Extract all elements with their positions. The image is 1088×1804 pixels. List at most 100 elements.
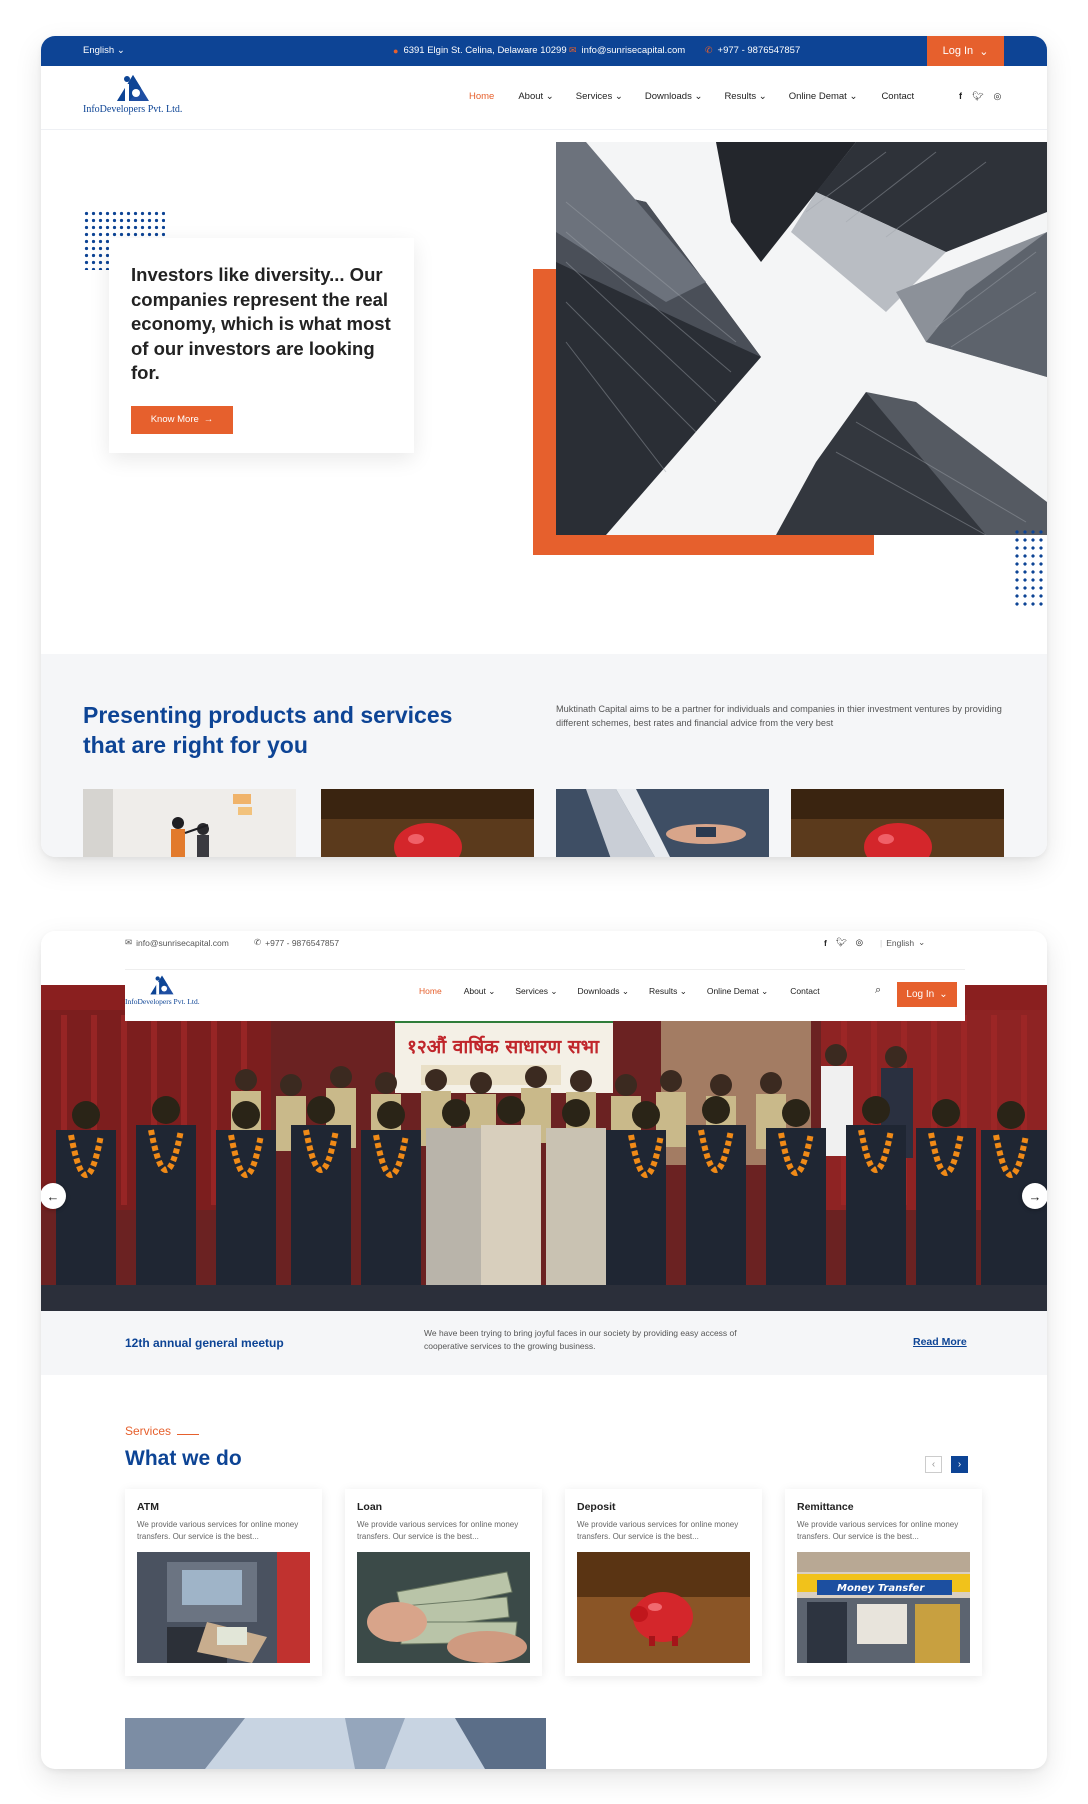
address-info: ● 6391 Elgin St. Celina, Delaware 10299 <box>393 45 567 56</box>
nav-menu: Home About ⌄ Services ⌄ Downloads ⌄ Resu… <box>419 986 820 997</box>
services-prev-button[interactable]: ‹ <box>925 1456 942 1473</box>
know-more-label: Know More <box>150 414 199 425</box>
phone-icon: ✆ <box>254 937 262 947</box>
product-tile-presentation[interactable] <box>83 789 296 857</box>
nav-results[interactable]: Results ⌄ <box>724 91 766 102</box>
decorative-dot-grid <box>1013 528 1047 610</box>
carousel-next-button[interactable]: → <box>1022 1183 1047 1209</box>
arrow-left-icon: ← <box>46 1188 60 1204</box>
nav-online-demat[interactable]: Online Demat ⌄ <box>707 986 768 997</box>
nav-results[interactable]: Results ⌄ <box>649 986 687 997</box>
skyscrapers-illustration <box>556 142 1047 535</box>
instagram-icon[interactable]: ◎ <box>993 91 1001 102</box>
nav-downloads-label: Downloads <box>644 91 692 102</box>
login-label: Log In <box>942 45 974 57</box>
nav-home[interactable]: Home <box>469 91 494 102</box>
login-label: Log In <box>906 989 935 1000</box>
chevron-down-icon: ⌄ <box>979 45 989 58</box>
meetup-description: We have been trying to bring joyful face… <box>424 1328 737 1351</box>
nav-online-demat[interactable]: Online Demat ⌄ <box>789 91 858 102</box>
services-title: What we do <box>125 1447 242 1470</box>
login-button[interactable]: Log In ⌄ <box>927 36 1004 66</box>
atm-illustration <box>137 1552 310 1663</box>
product-tile-online[interactable] <box>556 789 769 857</box>
nav-about[interactable]: About ⌄ <box>518 91 553 102</box>
email-text: info@sunrisecapital.com <box>136 937 229 948</box>
twitter-icon[interactable]: 🐦︎ <box>972 91 983 102</box>
phone-text: +977 - 9876547857 <box>265 937 340 948</box>
email-info[interactable]: ✉ info@sunrisecapital.com <box>125 937 229 948</box>
phone-icon: ✆ <box>705 45 713 55</box>
nav-contact[interactable]: Contact <box>881 91 914 102</box>
facebook-icon[interactable]: f <box>824 938 827 948</box>
chevron-left-icon: ‹ <box>931 1459 936 1470</box>
phone-text: +977 - 9876547857 <box>717 45 801 56</box>
piggy-bank-photo <box>791 789 1004 857</box>
mail-icon: ✉ <box>569 45 577 55</box>
piggy-bank-photo <box>321 789 534 857</box>
product-tile-savings[interactable] <box>321 789 534 857</box>
nav-services[interactable]: Services ⌄ <box>576 91 623 102</box>
services-kicker: Services <box>125 1424 200 1438</box>
banner-sign-text: १२औं वार्षिक साधारण सभा <box>407 1035 600 1058</box>
products-section: Presenting products and services that ar… <box>41 654 1047 857</box>
top-info-bar: ✉ info@sunrisecapital.com ✆ +977 - 9876547… <box>41 931 1047 969</box>
chevron-down-icon: ⌄ <box>918 937 926 947</box>
main-navbar: InfoDevelopers Pvt. Ltd. Home About ⌄ Se… <box>125 969 965 1021</box>
language-selector[interactable]: English ⌄ <box>83 45 125 56</box>
products-description: Muktinath Capital aims to be a partner f… <box>556 704 1002 728</box>
service-card-desc: We provide various services for online m… <box>577 1520 739 1541</box>
services-next-button[interactable]: › <box>951 1456 968 1473</box>
know-more-button[interactable]: Know More → <box>131 405 233 434</box>
nav-downloads[interactable]: Downloads ⌄ <box>645 91 703 102</box>
nav-menu: Home About ⌄ Services ⌄ Downloads ⌄ Resu… <box>469 91 914 102</box>
nav-services-label: Services <box>515 986 548 996</box>
nav-services-label: Services <box>575 91 613 102</box>
company-logo[interactable]: InfoDevelopers Pvt. Ltd. <box>83 73 182 115</box>
divider: | <box>880 937 883 948</box>
language-selector[interactable]: | English ⌄ <box>880 937 925 948</box>
social-links: f 🐦︎ ◎ <box>824 937 863 948</box>
next-section-image <box>125 1718 546 1769</box>
remittance-shop-photo: Money Transfer <box>797 1552 970 1663</box>
service-card-loan[interactable]: Loan We provide various services for onl… <box>345 1489 542 1676</box>
twitter-icon[interactable]: 🐦︎ <box>836 937 847 948</box>
nav-about-label: About <box>463 986 486 996</box>
meetup-caption-bar: 12th annual general meetup We have been … <box>41 1311 1047 1375</box>
product-tile-deposit[interactable] <box>791 789 1004 857</box>
service-card-remittance[interactable]: Remittance We provide various services f… <box>785 1489 982 1676</box>
company-logo[interactable]: InfoDevelopers Pvt. Ltd. <box>125 974 200 1006</box>
presentation-photo <box>83 789 296 857</box>
email-text: info@sunrisecapital.com <box>581 45 686 56</box>
nav-home[interactable]: Home <box>419 986 442 997</box>
hero-quote-text: Investors like diversity... Our companie… <box>131 264 391 383</box>
instagram-icon[interactable]: ◎ <box>856 937 863 948</box>
annual-meeting-group-photo: १२औं वार्षिक साधारण सभा <box>41 985 1047 1311</box>
nav-about[interactable]: About ⌄ <box>464 986 496 997</box>
meetup-title: 12th annual general meetup <box>125 1336 284 1350</box>
mail-icon: ✉ <box>125 937 133 947</box>
service-card-title: Loan <box>357 1501 383 1513</box>
search-icon[interactable]: ⌕ <box>875 984 881 997</box>
logo-text: InfoDevelopers Pvt. Ltd. <box>83 104 183 115</box>
facebook-icon[interactable]: f <box>959 91 962 102</box>
nav-contact[interactable]: Contact <box>790 986 819 997</box>
nav-online-demat-label: Online Demat <box>788 91 847 102</box>
phone-info[interactable]: ✆ +977 - 9876547857 <box>705 45 800 56</box>
email-info[interactable]: ✉ info@sunrisecapital.com <box>569 45 685 56</box>
nav-services[interactable]: Services ⌄ <box>515 986 557 997</box>
login-button[interactable]: Log In ⌄ <box>897 982 957 1007</box>
arrow-right-icon: → <box>1028 1188 1042 1204</box>
homepage-mockup-2: १२औं वार्षिक साधारण सभा ← → ✉ info@sunri… <box>41 931 1047 1769</box>
service-card-deposit[interactable]: Deposit We provide various services for … <box>565 1489 762 1676</box>
nav-downloads[interactable]: Downloads ⌄ <box>577 986 629 997</box>
skyscrapers-image <box>556 142 1047 535</box>
read-more-link[interactable]: Read More <box>913 1336 967 1348</box>
carousel-prev-button[interactable]: ← <box>41 1183 66 1209</box>
arrow-right-icon: → <box>203 414 214 425</box>
service-card-desc: We provide various services for online m… <box>137 1520 299 1541</box>
top-info-bar: English ⌄ ● 6391 Elgin St. Celina, Delawa… <box>41 36 1047 66</box>
address-text: 6391 Elgin St. Celina, Delaware 10299 <box>403 45 567 56</box>
service-card-atm[interactable]: ATM We provide various services for onli… <box>125 1489 322 1676</box>
phone-info[interactable]: ✆ +977 - 9876547857 <box>254 937 339 948</box>
